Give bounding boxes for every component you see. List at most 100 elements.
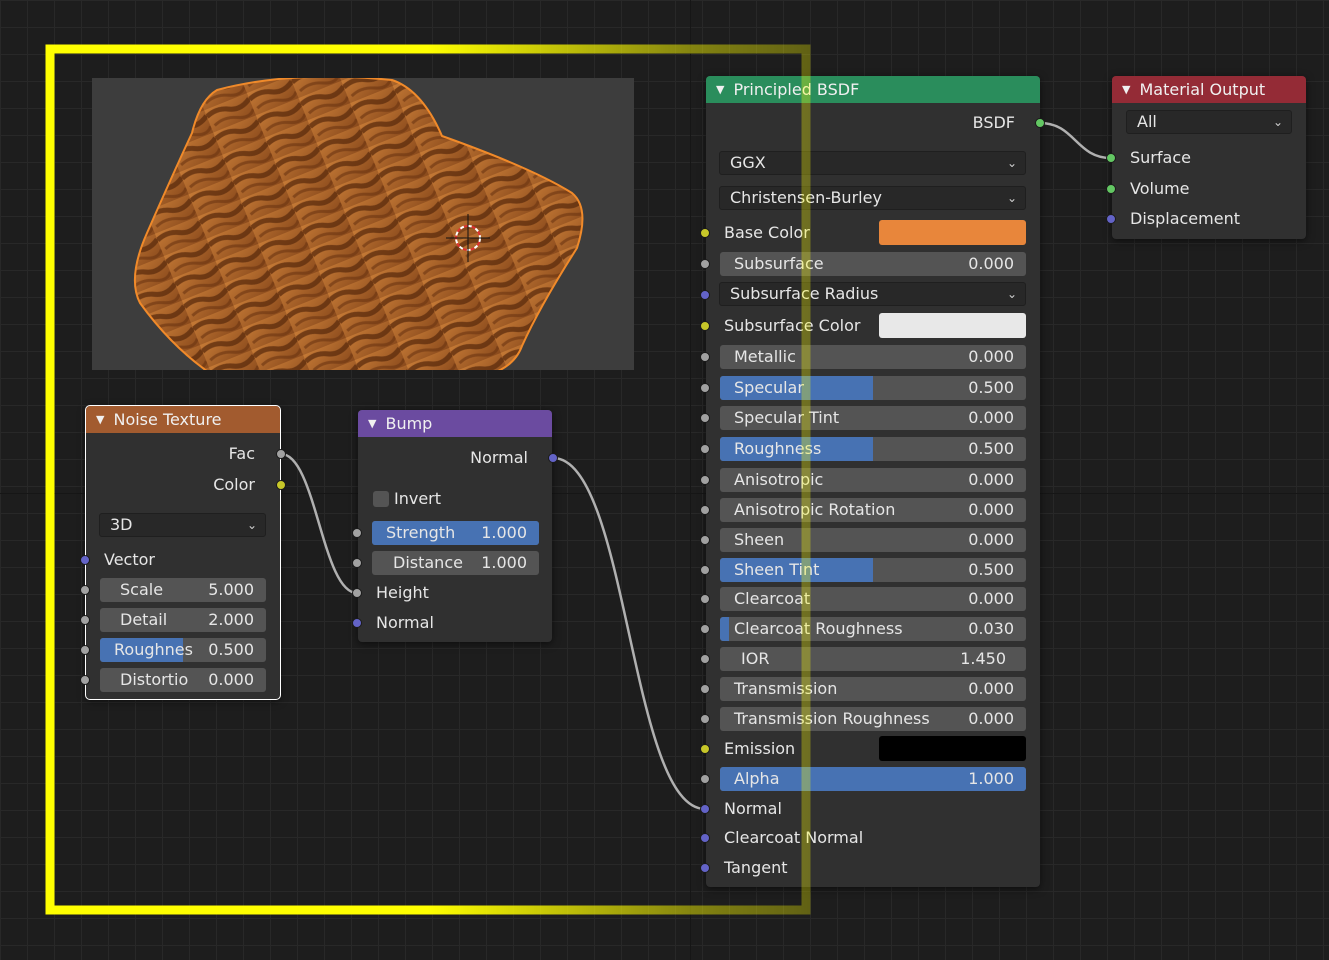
- output-bsdf-socket[interactable]: [1035, 118, 1045, 128]
- subsurface-field[interactable]: Subsurface 0.000: [720, 252, 1026, 276]
- roughness-field[interactable]: Roughness 0.500: [720, 437, 1026, 461]
- material-preview-viewport[interactable]: [92, 78, 634, 370]
- anisotropic-rotation-field[interactable]: Anisotropic Rotation 0.000: [720, 498, 1026, 522]
- input-tangent-label: Tangent: [724, 858, 788, 877]
- field-value: 0.000: [968, 470, 1014, 489]
- base-color-swatch[interactable]: [879, 220, 1026, 245]
- field-value: 0.000: [968, 347, 1014, 366]
- principled-bsdf-header[interactable]: ▼ Principled BSDF: [706, 76, 1040, 103]
- subsurface-radius-label: Subsurface Radius: [730, 284, 879, 303]
- input-subsurface-radius-socket[interactable]: [700, 290, 710, 300]
- input-distortion-socket[interactable]: [80, 675, 90, 685]
- input-tangent-socket[interactable]: [700, 863, 710, 873]
- field-value: 1.000: [968, 769, 1014, 788]
- input-displacement-socket[interactable]: [1106, 214, 1116, 224]
- ior-field[interactable]: IOR 1.450: [720, 647, 1026, 671]
- input-transmission-roughness-socket[interactable]: [700, 714, 710, 724]
- specular-field[interactable]: Specular 0.500: [720, 376, 1026, 400]
- input-sheen-socket[interactable]: [700, 535, 710, 545]
- clearcoat-field[interactable]: Clearcoat 0.000: [720, 587, 1026, 611]
- input-distance-socket[interactable]: [352, 558, 362, 568]
- specular-tint-field[interactable]: Specular Tint 0.000: [720, 406, 1026, 430]
- output-color-label: Color: [213, 475, 255, 494]
- input-base-color-socket[interactable]: [700, 228, 710, 238]
- field-label: Specular: [734, 378, 804, 397]
- input-ior-socket[interactable]: [700, 654, 710, 664]
- sheen-tint-field[interactable]: Sheen Tint 0.500: [720, 558, 1026, 582]
- output-normal-socket[interactable]: [548, 453, 558, 463]
- collapse-triangle-icon[interactable]: ▼: [716, 83, 724, 96]
- input-surface-socket[interactable]: [1106, 153, 1116, 163]
- output-fac-socket[interactable]: [276, 449, 286, 459]
- node-title: Principled BSDF: [733, 80, 860, 99]
- alpha-field[interactable]: Alpha 1.000: [720, 767, 1026, 791]
- emission-color-swatch[interactable]: [879, 736, 1026, 761]
- field-label: Metallic: [734, 347, 796, 366]
- input-scale-socket[interactable]: [80, 585, 90, 595]
- input-sheen-tint-socket[interactable]: [700, 565, 710, 575]
- node-title: Noise Texture: [113, 410, 222, 429]
- distribution-value: GGX: [730, 153, 766, 172]
- input-detail-socket[interactable]: [80, 615, 90, 625]
- input-specular-socket[interactable]: [700, 383, 710, 393]
- collapse-triangle-icon[interactable]: ▼: [96, 413, 104, 426]
- clearcoat-roughness-field[interactable]: Clearcoat Roughness 0.030: [720, 617, 1026, 641]
- input-vector-socket[interactable]: [80, 555, 90, 565]
- input-volume-label: Volume: [1130, 179, 1190, 198]
- input-anisotropic-rotation-socket[interactable]: [700, 505, 710, 515]
- subsurface-color-swatch[interactable]: [879, 313, 1026, 338]
- field-label: Transmission Roughness: [734, 709, 930, 728]
- dimension-value: 3D: [110, 515, 133, 534]
- dimension-dropdown[interactable]: 3D ⌄: [99, 513, 266, 537]
- detail-field[interactable]: Detail 2.000: [100, 608, 266, 632]
- input-metallic-socket[interactable]: [700, 352, 710, 362]
- input-specular-tint-socket[interactable]: [700, 413, 710, 423]
- input-volume-socket[interactable]: [1106, 184, 1116, 194]
- input-normal-socket[interactable]: [700, 804, 710, 814]
- transmission-field[interactable]: Transmission 0.000: [720, 677, 1026, 701]
- output-fac-label: Fac: [228, 444, 255, 463]
- collapse-triangle-icon[interactable]: ▼: [1122, 83, 1130, 96]
- input-subsurface-color-socket[interactable]: [700, 321, 710, 331]
- noise-texture-header[interactable]: ▼ Noise Texture: [86, 406, 280, 433]
- input-alpha-socket[interactable]: [700, 774, 710, 784]
- input-subsurface-socket[interactable]: [700, 259, 710, 269]
- scale-field[interactable]: Scale 5.000: [100, 578, 266, 602]
- target-dropdown[interactable]: All ⌄: [1126, 110, 1292, 134]
- input-strength-socket[interactable]: [352, 528, 362, 538]
- input-clearcoat-socket[interactable]: [700, 594, 710, 604]
- sheen-field[interactable]: Sheen 0.000: [720, 528, 1026, 552]
- output-color-socket[interactable]: [276, 480, 286, 490]
- distortion-field[interactable]: Distortio 0.000: [100, 668, 266, 692]
- field-value: 1.000: [481, 523, 527, 542]
- collapse-triangle-icon[interactable]: ▼: [368, 417, 376, 430]
- anisotropic-field[interactable]: Anisotropic 0.000: [720, 468, 1026, 492]
- field-value: 5.000: [208, 580, 254, 599]
- distance-field[interactable]: Distance 1.000: [372, 551, 539, 575]
- roughness-field[interactable]: Roughnes 0.500: [100, 638, 266, 662]
- strength-field[interactable]: Strength 1.000: [372, 521, 539, 545]
- chevron-down-icon: ⌄: [1006, 191, 1017, 205]
- link-fac-to-height: [280, 452, 358, 595]
- material-output-header[interactable]: ▼ Material Output: [1112, 76, 1306, 103]
- metallic-field[interactable]: Metallic 0.000: [720, 345, 1026, 369]
- input-height-socket[interactable]: [352, 588, 362, 598]
- chevron-down-icon: ⌄: [1272, 115, 1283, 129]
- input-emission-socket[interactable]: [700, 744, 710, 754]
- subsurface-method-dropdown[interactable]: Christensen-Burley ⌄: [719, 186, 1026, 210]
- input-roughness-socket[interactable]: [700, 444, 710, 454]
- input-clearcoat-normal-socket[interactable]: [700, 833, 710, 843]
- distribution-dropdown[interactable]: GGX ⌄: [719, 151, 1026, 175]
- input-transmission-socket[interactable]: [700, 684, 710, 694]
- input-roughness-socket[interactable]: [80, 645, 90, 655]
- subsurface-radius-dropdown[interactable]: Subsurface Radius ⌄: [719, 282, 1026, 306]
- preview-render: [133, 78, 584, 370]
- field-label: IOR: [741, 649, 770, 668]
- input-anisotropic-socket[interactable]: [700, 475, 710, 485]
- subsurface-method-value: Christensen-Burley: [730, 188, 882, 207]
- bump-header[interactable]: ▼ Bump: [358, 410, 552, 437]
- invert-checkbox[interactable]: [373, 491, 389, 507]
- input-normal-socket[interactable]: [352, 618, 362, 628]
- input-clearcoat-roughness-socket[interactable]: [700, 624, 710, 634]
- transmission-roughness-field[interactable]: Transmission Roughness 0.000: [720, 707, 1026, 731]
